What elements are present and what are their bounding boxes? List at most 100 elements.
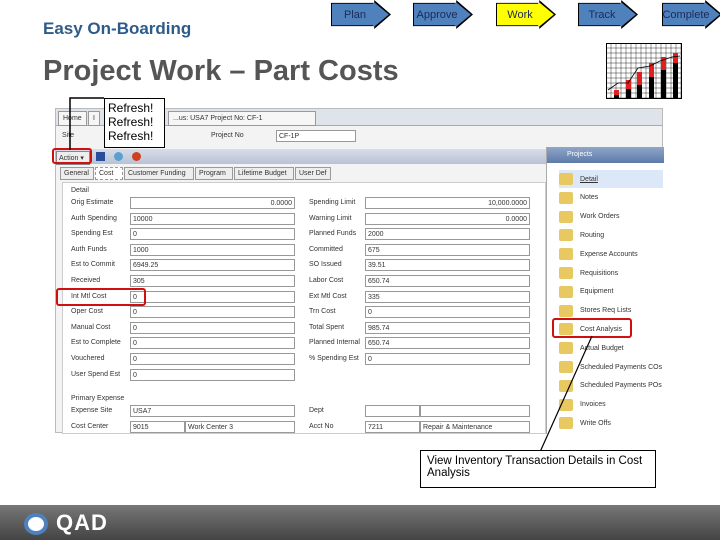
field-label: Oper Cost (71, 308, 103, 316)
panel-item-label: Invoices (580, 401, 606, 409)
panel-item[interactable]: Scheduled Payments POs (559, 377, 663, 395)
field-input[interactable]: 0 (130, 353, 295, 365)
folder-icon (559, 191, 573, 204)
panel-item-label: Detail (580, 175, 598, 183)
field-label: Dept (309, 407, 324, 414)
panel-item-label: Equipment (580, 288, 614, 296)
panel-item[interactable]: Requisitions (559, 264, 663, 282)
field-label: Ext Mtl Cost (309, 292, 347, 300)
section-detail: Detail (71, 187, 89, 194)
folder-icon (559, 379, 573, 392)
panel-item[interactable]: Stores Req Lists (559, 302, 663, 320)
field-input[interactable]: 0 (365, 306, 530, 319)
panel-item-label: Expense Accounts (580, 250, 638, 258)
field-input[interactable]: 0.0000 (130, 197, 295, 209)
folder-icon (559, 398, 573, 411)
form-tab[interactable]: General (60, 167, 94, 180)
step-label: Work (497, 1, 554, 28)
folder-icon (559, 173, 573, 185)
field-input[interactable]: 675 (365, 243, 530, 256)
refresh-callout: Refresh! Refresh! Refresh! (104, 98, 165, 148)
chart-bar (626, 89, 631, 99)
folder-icon (559, 229, 573, 242)
refresh-icon[interactable] (114, 152, 123, 161)
field-input[interactable] (420, 405, 530, 417)
field-label: Auth Spending (71, 214, 117, 222)
field-label: Planned Internal (309, 339, 360, 347)
field-input[interactable]: Work Center 3 (185, 421, 295, 433)
step-plan: Plan (331, 0, 391, 29)
field-input[interactable]: 335 (365, 290, 530, 303)
field-input[interactable]: 1000 (130, 243, 295, 256)
field-input[interactable]: 6949.25 (130, 259, 295, 272)
field-input[interactable]: 2000 (365, 228, 530, 241)
panel-item[interactable]: Actual Budget (559, 339, 663, 357)
field-label: Expense Site (71, 407, 113, 414)
highlight-action (52, 148, 92, 164)
field-input[interactable]: 10000 (130, 212, 295, 225)
field-input[interactable]: 0 (130, 290, 295, 303)
panel-item[interactable]: Routing (559, 226, 663, 244)
field-input[interactable]: 650.74 (365, 275, 530, 287)
folder-icon (559, 248, 573, 261)
refresh-text: Refresh! (108, 129, 154, 143)
field-input[interactable]: 9015 (130, 421, 185, 433)
tab-project[interactable]: ...us: USA7 Project No: CF-1 (168, 111, 316, 126)
project-no-field[interactable]: CF-1P (276, 130, 356, 142)
panel-item[interactable]: Write Offs (559, 414, 663, 432)
step-label: Plan (332, 1, 389, 28)
panel-item[interactable]: Scheduled Payments COs (559, 358, 663, 376)
panel-item-label: Routing (580, 231, 605, 239)
inventory-callout: View Inventory Transaction Details in Co… (420, 450, 656, 488)
form-tab[interactable]: Customer Funding (124, 167, 194, 180)
field-input[interactable]: 650.74 (365, 337, 530, 350)
field-label: Spending Est (71, 230, 113, 238)
folder-icon (559, 285, 573, 298)
field-input[interactable]: 7211 (365, 421, 420, 433)
field-label: User Spend Est (71, 370, 121, 378)
save-icon[interactable] (96, 152, 105, 161)
folder-icon (559, 361, 573, 373)
field-input[interactable]: 0 (365, 353, 530, 365)
field-label: Warning Limit (309, 214, 352, 222)
panel-item[interactable]: Notes (559, 189, 663, 207)
field-input[interactable]: 0 (130, 337, 295, 350)
field-input[interactable]: 0 (130, 228, 295, 241)
form-tab[interactable]: User Def (295, 167, 331, 180)
field-input[interactable]: 10,000.0000 (365, 197, 530, 209)
field-input[interactable]: USA7 (130, 405, 295, 417)
panel-item-label: Actual Budget (580, 344, 624, 352)
panel-item-label: Scheduled Payments COs (580, 363, 663, 371)
tab-home[interactable]: Home (58, 111, 87, 126)
panel-item[interactable]: Work Orders (559, 208, 663, 226)
toolbar (56, 149, 546, 164)
highlight-cost-analysis (552, 318, 632, 338)
field-input[interactable]: 39.51 (365, 259, 530, 272)
tab-item[interactable]: I (88, 111, 100, 126)
panel-item[interactable]: Detail (559, 170, 663, 188)
field-input[interactable]: Repair & Maintenance (420, 421, 530, 433)
panel-item[interactable]: Invoices (559, 396, 663, 414)
field-input[interactable]: 985.74 (365, 321, 530, 334)
field-input[interactable]: 305 (130, 275, 295, 287)
form-tab[interactable]: Lifetime Budget (234, 167, 294, 180)
project-no-label: Project No (211, 132, 244, 139)
qad-logo-icon (24, 513, 48, 535)
field-label: Trn Cost (309, 308, 336, 316)
step-work: Work (496, 0, 556, 29)
chart-bar (673, 53, 678, 63)
form-tab[interactable]: Cost (95, 167, 123, 180)
field-input[interactable]: 0 (130, 368, 295, 381)
delete-icon[interactable] (132, 152, 141, 161)
field-input[interactable]: 0 (130, 306, 295, 319)
panel-item-label: Requisitions (580, 269, 619, 277)
field-label: Committed (309, 245, 343, 253)
panel-item[interactable]: Expense Accounts (559, 245, 663, 263)
panel-item[interactable]: Equipment (559, 283, 663, 301)
application-window: Home I ...us: USA7 Project No: CF-1 Site… (55, 108, 664, 434)
field-input[interactable] (365, 405, 420, 417)
field-input[interactable]: 0.0000 (365, 212, 530, 225)
form-tab[interactable]: Program (195, 167, 233, 180)
field-label: Total Spent (309, 323, 345, 331)
field-input[interactable]: 0 (130, 321, 295, 334)
